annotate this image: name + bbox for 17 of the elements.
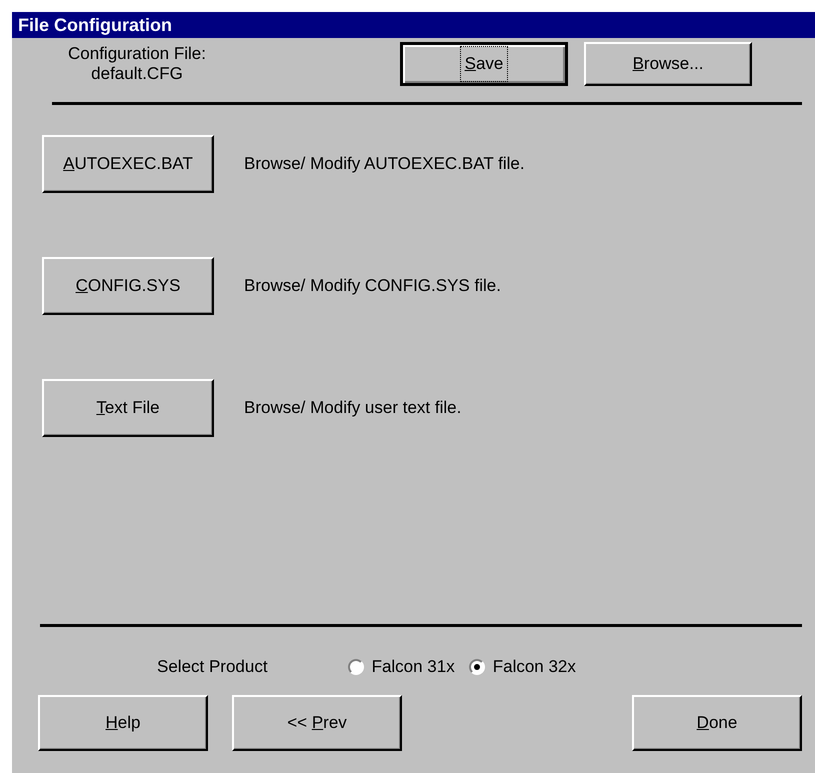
file-description: Browse/ Modify AUTOEXEC.BAT file. bbox=[244, 153, 525, 176]
config-file-label: Configuration File: bbox=[67, 44, 207, 64]
nav-button[interactable]: Done bbox=[632, 695, 802, 751]
product-radio[interactable]: Falcon 31x bbox=[348, 654, 455, 680]
file-description: Browse/ Modify user text file. bbox=[244, 397, 462, 420]
file-button[interactable]: Text File bbox=[42, 379, 214, 437]
file-description: Browse/ Modify CONFIG.SYS file. bbox=[244, 275, 501, 298]
nav-button[interactable]: Help bbox=[38, 695, 208, 751]
file-button[interactable]: AUTOEXEC.BAT bbox=[42, 135, 214, 193]
toolbar-button[interactable]: Browse... bbox=[584, 42, 752, 86]
window-title: File Configuration bbox=[12, 12, 815, 38]
select-product-label: Select Product bbox=[157, 656, 268, 678]
nav-button[interactable]: << Prev bbox=[232, 695, 402, 751]
config-file-name: default.CFG bbox=[90, 64, 184, 84]
toolbar-button[interactable]: Save bbox=[400, 42, 568, 86]
product-radio[interactable]: Falcon 32x bbox=[468, 654, 576, 680]
file-button[interactable]: CONFIG.SYS bbox=[42, 257, 214, 315]
